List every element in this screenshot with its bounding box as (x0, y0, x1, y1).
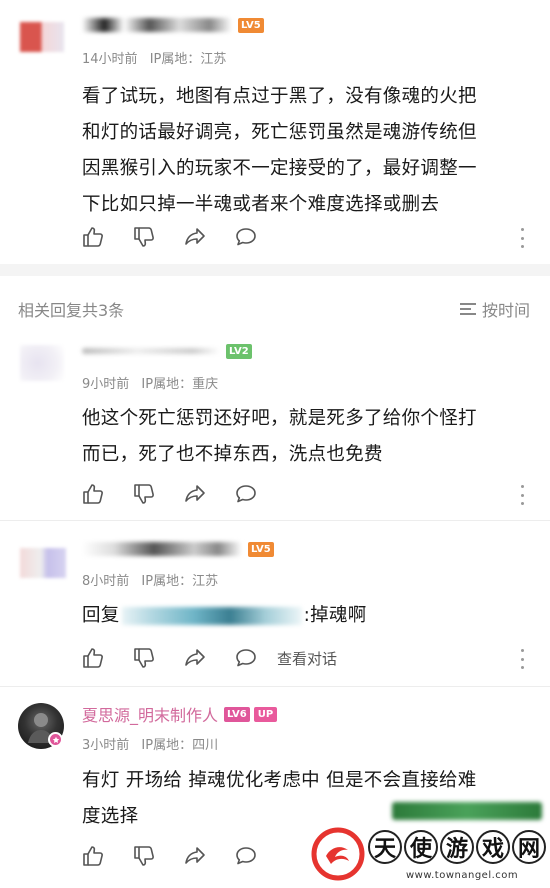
up-badge: UP (253, 706, 278, 722)
comment-icon[interactable] (233, 481, 259, 507)
share-icon[interactable] (182, 645, 208, 671)
username[interactable] (82, 18, 232, 32)
mention-username[interactable] (121, 607, 302, 625)
verified-badge-icon (48, 732, 63, 747)
level-badge: LV6 (224, 706, 250, 722)
comment-actions (80, 481, 284, 507)
sort-button[interactable]: 按时间 (460, 297, 530, 321)
sort-label: 按时间 (482, 301, 531, 320)
thumbs-up-icon[interactable] (80, 481, 106, 507)
share-icon[interactable] (182, 224, 208, 250)
comment-meta: 9小时前 IP属地：重庆 (82, 373, 226, 392)
level-badge: LV2 (226, 343, 252, 359)
divider (0, 686, 550, 687)
sort-icon (460, 303, 476, 315)
thumbs-up-icon[interactable] (80, 645, 106, 671)
timestamp: 9小时前 (82, 377, 130, 392)
watermark-banner (392, 802, 542, 820)
comment-icon[interactable] (233, 645, 259, 671)
thumbs-down-icon[interactable] (131, 224, 157, 250)
avatar[interactable] (20, 548, 66, 578)
thumbs-up-icon[interactable] (80, 843, 106, 869)
username[interactable]: 夏思源_明末制作人 (82, 702, 218, 726)
thumbs-down-icon[interactable] (131, 481, 157, 507)
username[interactable] (82, 348, 220, 354)
comment-actions (80, 843, 284, 869)
avatar[interactable] (20, 345, 64, 381)
comment-meta: 14小时前 IP属地：江苏 (82, 48, 234, 67)
ip-location: IP属地：江苏 (141, 574, 219, 589)
avatar[interactable] (20, 22, 64, 52)
username-row: LV5 (82, 14, 264, 36)
thumbs-down-icon[interactable] (131, 645, 157, 671)
angel-logo-icon (308, 822, 368, 882)
comment-icon[interactable] (233, 843, 259, 869)
timestamp: 3小时前 (82, 738, 130, 753)
comment-text: 回复:掉魂啊 (82, 605, 367, 626)
watermark-url: www.townangel.com (406, 870, 519, 881)
level-badge: LV5 (248, 541, 274, 557)
share-icon[interactable] (182, 481, 208, 507)
username-row: LV5 (82, 538, 274, 560)
ip-location: IP属地：江苏 (149, 52, 227, 67)
more-icon[interactable] (517, 228, 527, 248)
replies-count: 相关回复共3条 (18, 301, 125, 320)
ip-location: IP属地：四川 (141, 738, 219, 753)
username[interactable] (82, 542, 242, 556)
thumbs-up-icon[interactable] (80, 224, 106, 250)
ip-location: IP属地：重庆 (141, 377, 219, 392)
more-icon[interactable] (517, 649, 527, 669)
comment-text: 看了试玩，地图有点过于黑了，没有像魂的火把 和灯的话最好调亮，死亡惩罚虽然是魂游… (82, 86, 477, 215)
username-row: LV2 (82, 340, 252, 362)
thumbs-down-icon[interactable] (131, 843, 157, 869)
username-row: 夏思源_明末制作人 LV6 UP (82, 702, 278, 726)
comment-actions (80, 224, 284, 250)
section-divider (0, 264, 550, 276)
level-badge: LV5 (238, 17, 264, 33)
comment-actions: 查看对话 (80, 645, 337, 671)
timestamp: 14小时前 (82, 52, 138, 67)
view-conversation-link[interactable]: 查看对话 (277, 648, 337, 669)
comment-meta: 3小时前 IP属地：四川 (82, 734, 226, 753)
timestamp: 8小时前 (82, 574, 130, 589)
comment-icon[interactable] (233, 224, 259, 250)
site-watermark: 天 使 游 戏 网 www.townangel.com (300, 800, 550, 888)
more-icon[interactable] (517, 485, 527, 505)
comment-meta: 8小时前 IP属地：江苏 (82, 570, 226, 589)
share-icon[interactable] (182, 843, 208, 869)
watermark-title: 天 使 游 戏 网 (368, 830, 548, 864)
comment-text: 他这个死亡惩罚还好吧，就是死多了给你个怪打 而已，死了也不掉东西，洗点也免费 (82, 408, 477, 465)
divider (0, 520, 550, 521)
